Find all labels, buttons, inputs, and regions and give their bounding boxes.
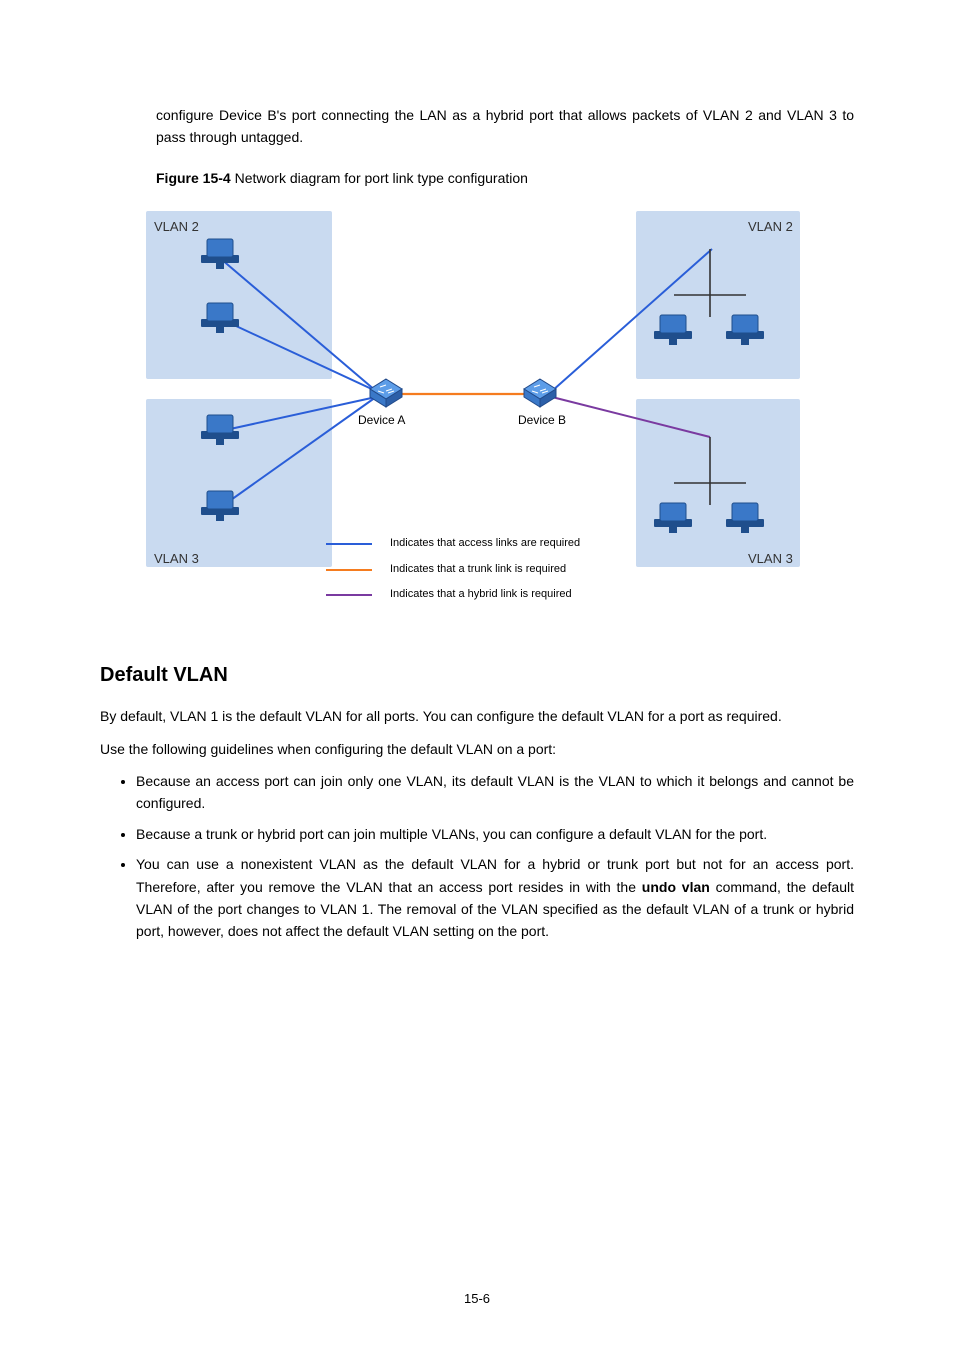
- diagram-legend: Indicates that access links are required…: [326, 535, 580, 612]
- legend-swatch-blue: [326, 543, 372, 545]
- legend-text-hybrid: Indicates that a hybrid link is required: [390, 586, 572, 604]
- default-vlan-para1: By default, VLAN 1 is the default VLAN f…: [100, 705, 854, 727]
- device-b-label: Device B: [518, 411, 566, 430]
- legend-swatch-orange: [326, 569, 372, 571]
- legend-swatch-purple: [326, 594, 372, 596]
- bullet3-command: undo vlan: [642, 879, 710, 895]
- switch-icon-a: [370, 379, 402, 407]
- list-item: You can use a nonexistent VLAN as the de…: [136, 853, 854, 943]
- legend-text-access: Indicates that access links are required: [390, 535, 580, 553]
- intro-paragraph: configure Device B's port connecting the…: [156, 104, 854, 149]
- figure-number: Figure 15-4: [156, 170, 231, 186]
- device-a-label: Device A: [358, 411, 405, 430]
- vlan-label-bottom-left: VLAN 3: [154, 549, 199, 570]
- switch-icon-b: [524, 379, 556, 407]
- legend-text-trunk: Indicates that a trunk link is required: [390, 561, 566, 579]
- figure-caption-row: Figure 15-4 Network diagram for port lin…: [156, 167, 854, 189]
- list-item: Because a trunk or hybrid port can join …: [136, 823, 854, 845]
- network-diagram: VLAN 2 VLAN 3 VLAN 2 VLAN 3 Device A Dev…: [146, 199, 802, 619]
- figure-caption: Network diagram for port link type confi…: [235, 170, 528, 186]
- list-item: Because an access port can join only one…: [136, 770, 854, 815]
- legend-row-access: Indicates that access links are required: [326, 535, 580, 553]
- page-number: 15-6: [0, 1289, 954, 1310]
- legend-row-trunk: Indicates that a trunk link is required: [326, 561, 580, 579]
- legend-row-hybrid: Indicates that a hybrid link is required: [326, 586, 580, 604]
- page: configure Device B's port connecting the…: [0, 0, 954, 1350]
- vlan-label-top-right: VLAN 2: [748, 217, 793, 238]
- section-heading: Default VLAN: [100, 659, 854, 691]
- default-vlan-para2: Use the following guidelines when config…: [100, 738, 854, 760]
- guidelines-list: Because an access port can join only one…: [100, 770, 854, 943]
- vlan-label-bottom-right: VLAN 3: [748, 549, 793, 570]
- vlan-label-top-left: VLAN 2: [154, 217, 199, 238]
